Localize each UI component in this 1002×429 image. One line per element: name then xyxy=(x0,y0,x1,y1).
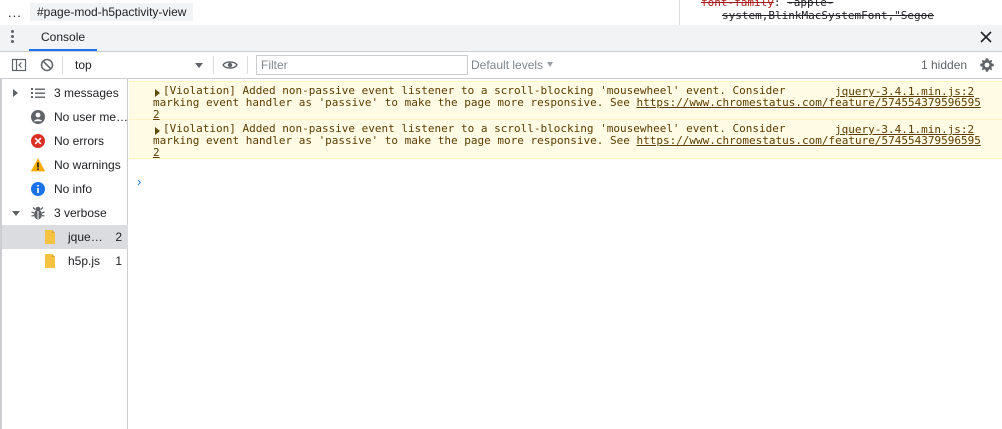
css-property-line: font-family: -apple- xyxy=(701,0,833,9)
list-icon xyxy=(31,88,45,98)
sidebar-item-label: No user me… xyxy=(54,110,129,124)
sidebar-item-label: No errors xyxy=(54,134,105,148)
chevron-down-icon xyxy=(547,62,554,67)
css-property-continuation: system,BlinkMacSystemFont,"Segoe xyxy=(722,9,934,22)
sidebar-item-verbose[interactable]: 3 verbose xyxy=(2,201,128,225)
tab-console[interactable]: Console xyxy=(29,25,98,51)
log-levels-dropdown[interactable]: Default levels xyxy=(471,58,554,72)
bug-icon xyxy=(31,206,45,220)
collapse-arrow-icon[interactable] xyxy=(12,211,20,216)
sidebar-item-file-jquery[interactable]: jque… 2 xyxy=(2,225,128,249)
filter-input[interactable] xyxy=(256,55,468,75)
breadcrumb-item[interactable]: #page-mod-h5pactivity-view xyxy=(30,3,194,21)
context-selector[interactable]: top xyxy=(66,55,208,75)
sidebar-item-label: 3 verbose xyxy=(54,206,107,220)
sidebar-item-file-h5p[interactable]: h5p.js 1 xyxy=(2,249,128,273)
sidebar-item-info[interactable]: No info xyxy=(2,177,128,201)
message-count: 1 xyxy=(115,254,122,268)
warning-icon xyxy=(30,158,46,172)
sidebar-item-label: jque… xyxy=(68,230,103,244)
chevron-down-icon xyxy=(195,63,203,68)
sidebar-item-label: h5p.js xyxy=(68,254,101,268)
info-icon xyxy=(31,182,45,196)
sidebar-toggle-icon[interactable] xyxy=(11,57,27,73)
console-message-warning[interactable]: [Violation] Added non-passive event list… xyxy=(129,120,1002,159)
toolbar-divider xyxy=(62,56,63,74)
eye-icon[interactable] xyxy=(222,57,238,73)
error-icon xyxy=(31,134,45,148)
message-line: marking event handler as 'passive' to ma… xyxy=(153,96,637,109)
sidebar-item-label: No info xyxy=(54,182,93,196)
console-message-warning[interactable]: [Violation] Added non-passive event list… xyxy=(129,81,1002,121)
divider xyxy=(679,0,680,25)
drawer-header: Console xyxy=(0,25,1002,52)
sidebar-item-warnings[interactable]: No warnings xyxy=(2,153,128,177)
message-link-cont[interactable]: 2 xyxy=(153,146,160,159)
sidebar-item-errors[interactable]: No errors xyxy=(2,129,128,153)
expand-arrow-icon[interactable] xyxy=(13,89,18,97)
source-link[interactable]: jquery-3.4.1.min.js:2 xyxy=(835,123,974,136)
elements-breadcrumb-bar: ... #page-mod-h5pactivity-view font-fami… xyxy=(0,0,1002,26)
file-icon xyxy=(45,230,55,244)
css-property-value: -apple- xyxy=(787,0,834,9)
toolbar-divider xyxy=(213,56,214,74)
sidebar-item-messages[interactable]: 3 messages xyxy=(2,81,128,105)
sidebar-item-label: No warnings xyxy=(54,158,121,172)
console-messages: [Violation] Added non-passive event list… xyxy=(129,79,1002,429)
drawer-menu-icon[interactable] xyxy=(11,30,15,46)
message-line: marking event handler as 'passive' to ma… xyxy=(153,134,637,147)
sidebar-item-user-messages[interactable]: No user me… xyxy=(2,105,128,129)
console-prompt-icon[interactable]: › xyxy=(137,174,141,189)
message-count: 2 xyxy=(115,230,122,244)
hidden-count: 1 hidden xyxy=(921,58,968,72)
file-icon xyxy=(45,254,55,268)
console-toolbar: top Default levels 1 hidden xyxy=(0,52,1002,79)
log-levels-label: Default levels xyxy=(471,58,544,72)
close-icon[interactable] xyxy=(978,29,994,45)
css-property-name: font-family xyxy=(701,0,774,9)
more-breadcrumbs[interactable]: ... xyxy=(8,5,22,20)
toolbar-divider xyxy=(247,56,248,74)
gear-icon[interactable] xyxy=(979,57,995,73)
context-label: top xyxy=(75,58,92,72)
user-icon xyxy=(31,110,45,124)
clear-console-icon[interactable] xyxy=(39,57,55,73)
source-link[interactable]: jquery-3.4.1.min.js:2 xyxy=(835,85,974,98)
sidebar-item-label: 3 messages xyxy=(54,86,119,100)
console-sidebar: 3 messages No user me… No errors No warn… xyxy=(0,79,128,429)
